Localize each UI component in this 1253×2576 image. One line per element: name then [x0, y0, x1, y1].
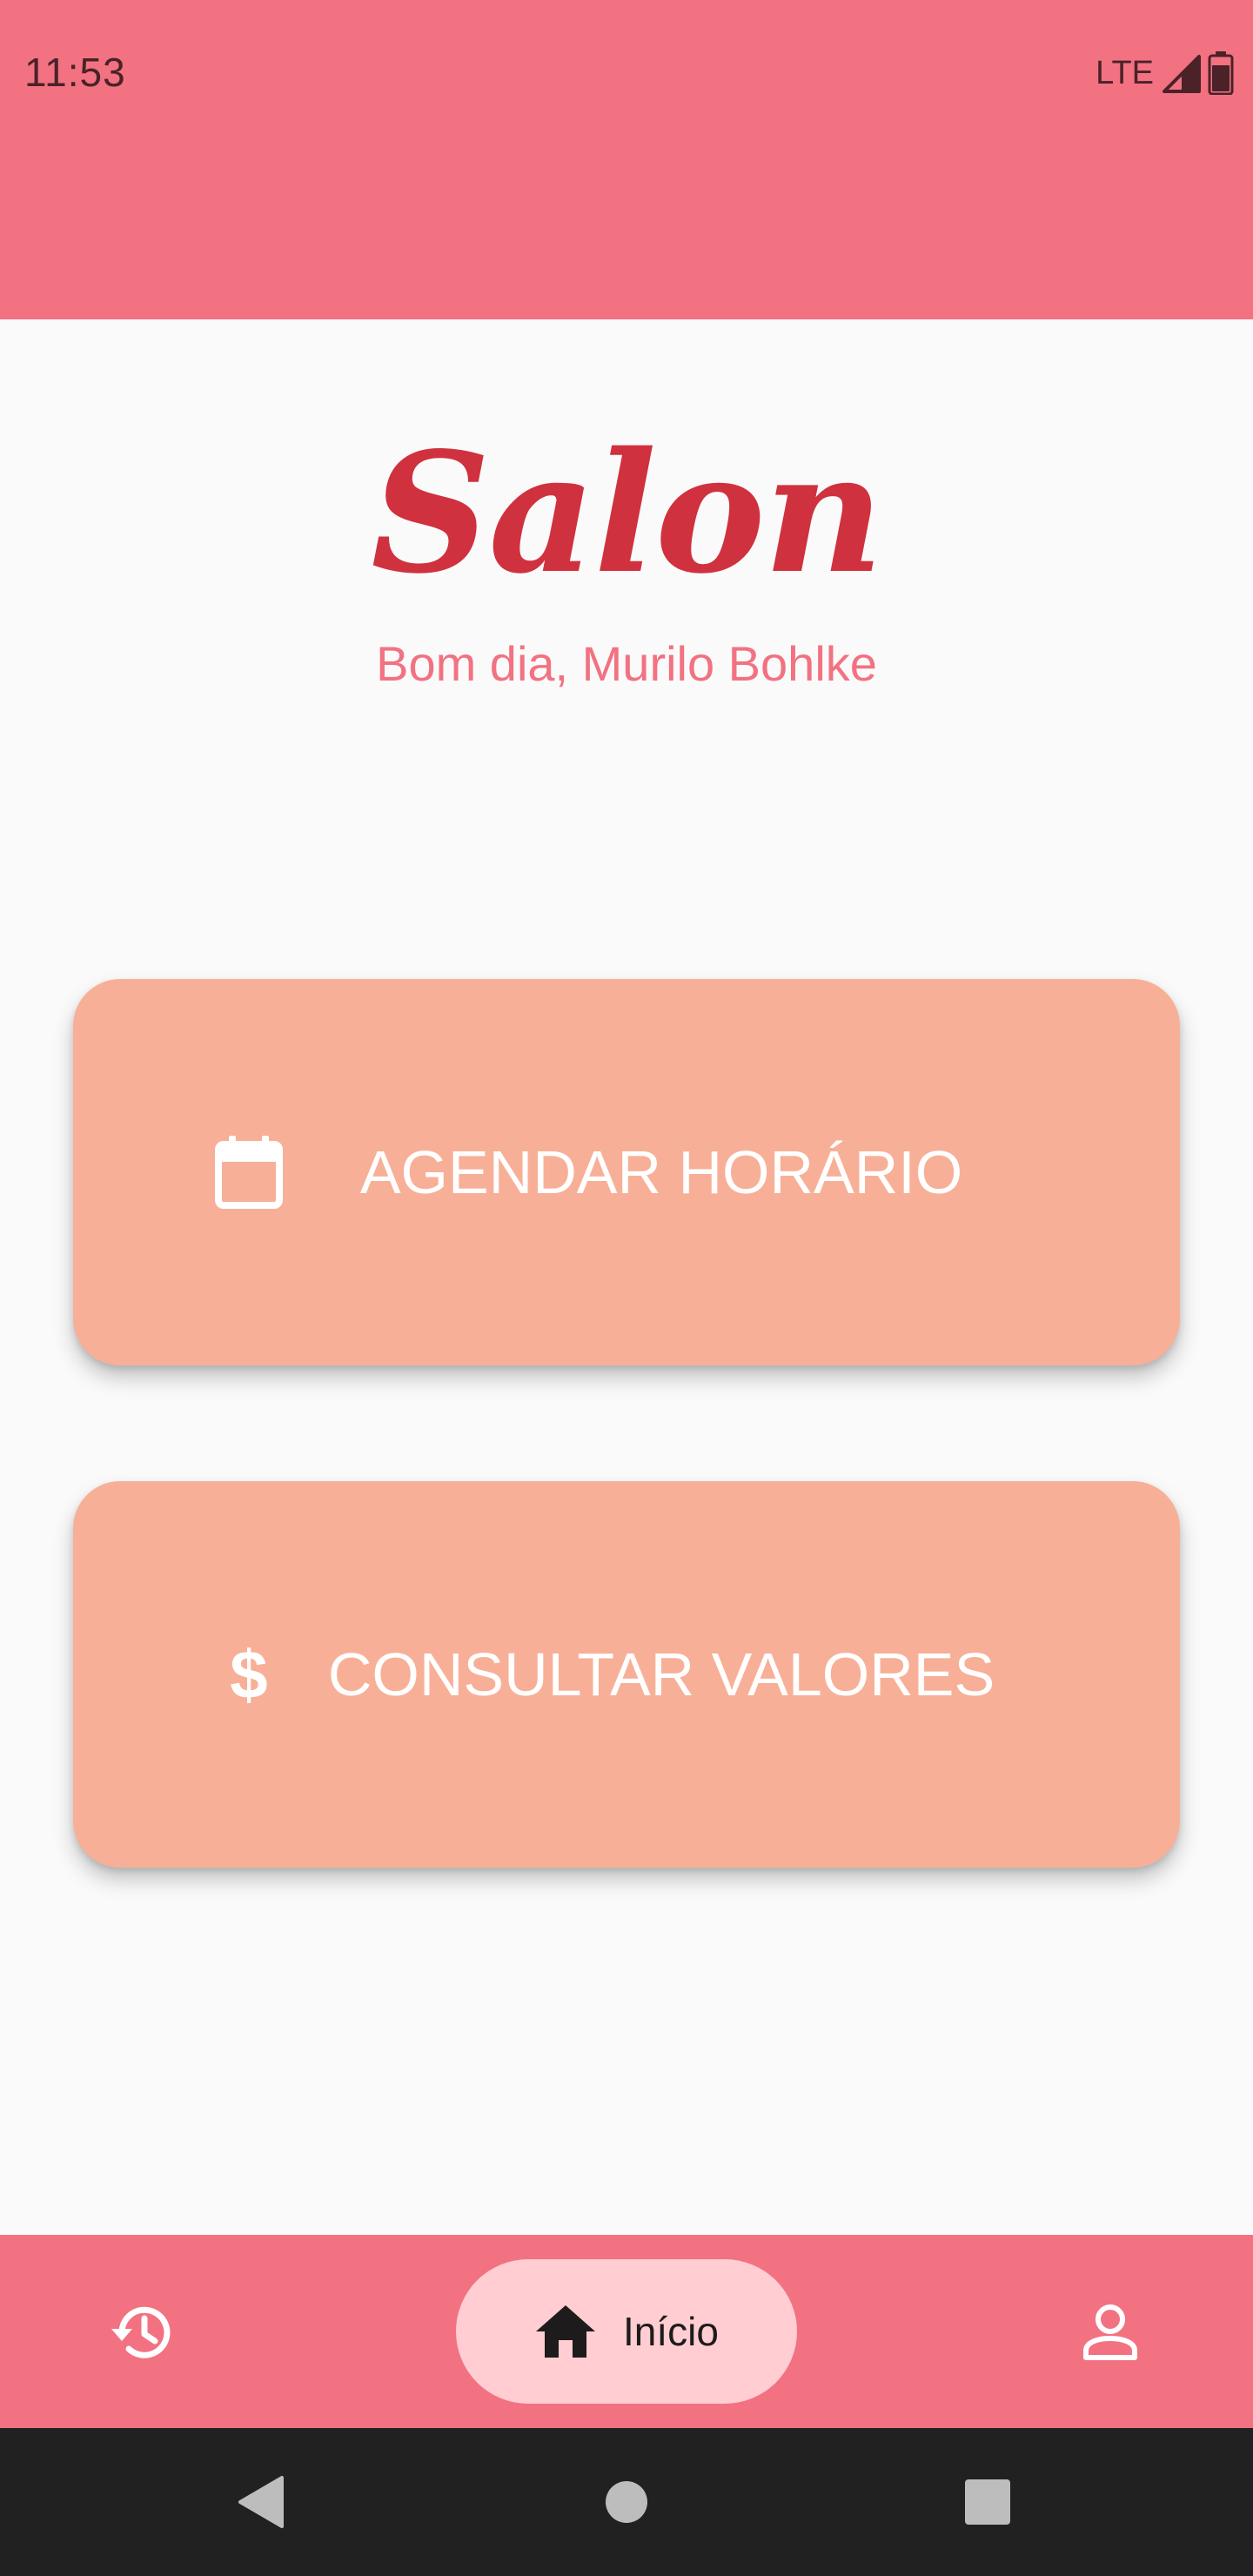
- back-icon: [238, 2476, 284, 2528]
- system-back-button[interactable]: [222, 2463, 300, 2541]
- top-app-bar: 11:53 LTE: [0, 0, 1253, 319]
- check-prices-button[interactable]: $ CONSULTAR VALORES: [73, 1481, 1180, 1868]
- person-icon: [1083, 2304, 1137, 2360]
- system-recents-button[interactable]: [948, 2463, 1027, 2541]
- status-icons: LTE: [1096, 50, 1234, 96]
- calendar-icon: [212, 1136, 285, 1209]
- nav-profile-button[interactable]: [1067, 2289, 1154, 2376]
- bottom-navigation: Início: [0, 2235, 1253, 2428]
- greeting-text: Bom dia, Murilo Bohlke: [376, 636, 877, 691]
- history-icon: [111, 2306, 171, 2358]
- home-icon: [536, 2305, 596, 2358]
- network-type-label: LTE: [1096, 54, 1154, 91]
- signal-icon: [1163, 55, 1201, 93]
- battery-icon: [1208, 51, 1234, 95]
- dollar-icon: $: [230, 1636, 268, 1713]
- nav-history-button[interactable]: [99, 2289, 186, 2376]
- home-circle-icon: [606, 2481, 647, 2523]
- nav-home-label: Início: [623, 2309, 719, 2354]
- status-time: 11:53: [24, 50, 126, 95]
- check-prices-label: CONSULTAR VALORES: [327, 1640, 995, 1708]
- system-home-button[interactable]: [587, 2463, 666, 2541]
- nav-home-button[interactable]: Início: [456, 2259, 797, 2404]
- system-navigation-bar: [0, 2428, 1253, 2576]
- app-logo-text: Salon: [371, 416, 883, 610]
- recents-icon: [965, 2479, 1010, 2525]
- schedule-appointment-button[interactable]: AGENDAR HORÁRIO: [73, 979, 1180, 1365]
- schedule-appointment-label: AGENDAR HORÁRIO: [359, 1138, 963, 1206]
